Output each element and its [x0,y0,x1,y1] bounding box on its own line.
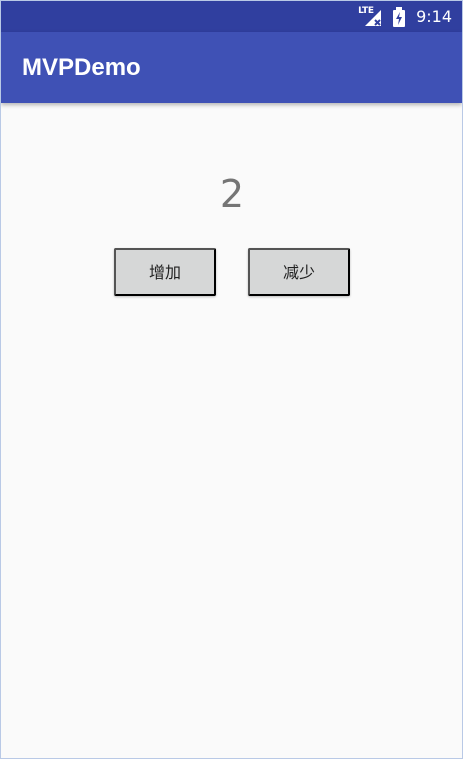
main-content: 2 增加 减少 [1,103,462,758]
status-icons: LTE 9:14 [358,1,452,32]
app-bar: MVPDemo [1,32,462,103]
signal-icon: LTE [358,6,386,28]
status-time: 9:14 [416,7,452,26]
counter-value: 2 [219,172,245,216]
increase-button[interactable]: 增加 [114,248,216,296]
phone-screen: LTE 9:14 MVPDemo 2 增加 减少 [0,0,463,759]
app-title: MVPDemo [22,54,141,81]
status-bar: LTE 9:14 [1,1,462,32]
battery-icon [393,6,406,27]
decrease-button[interactable]: 减少 [248,248,350,296]
counter-buttons: 增加 减少 [114,248,350,296]
